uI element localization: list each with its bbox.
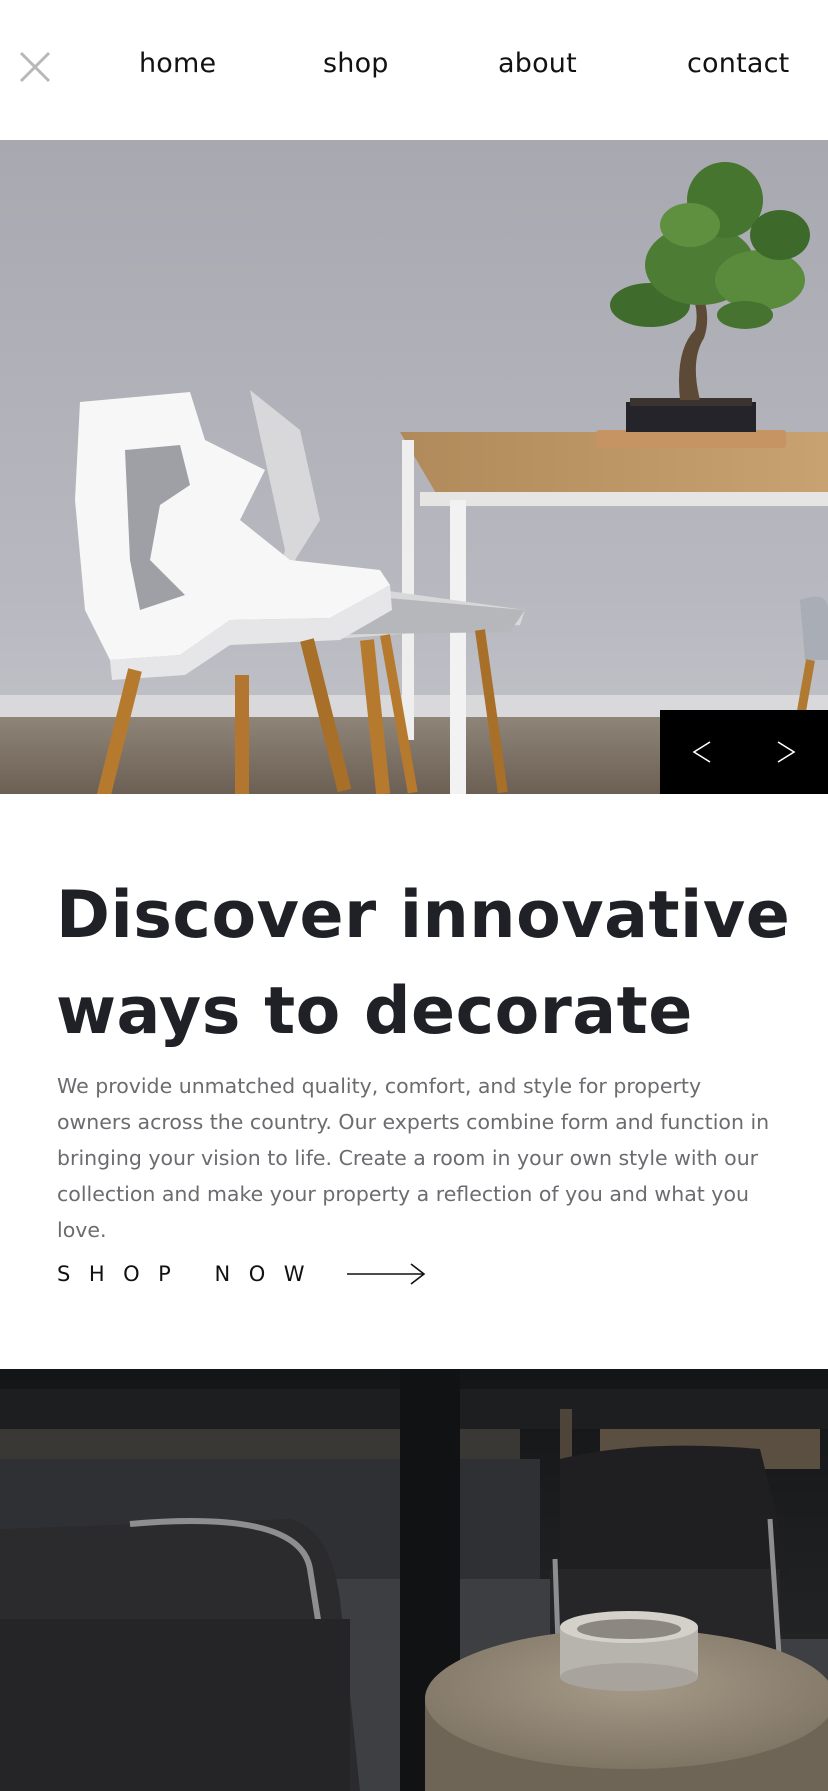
secondary-image <box>0 1369 828 1791</box>
slider-controls <box>660 710 828 794</box>
page-title: Discover innovative ways to decorate <box>56 878 791 1049</box>
arrow-right-icon <box>347 1263 426 1285</box>
shop-now-label: SHOP NOW <box>57 1262 323 1286</box>
shop-now-button[interactable]: SHOP NOW <box>57 1254 457 1294</box>
living-room-photo <box>0 1369 828 1791</box>
chevron-left-icon <box>692 741 711 763</box>
nav-link-home[interactable]: home <box>139 48 216 79</box>
slider-next-button[interactable] <box>744 710 828 794</box>
nav-link-about[interactable]: about <box>498 48 577 79</box>
nav-link-contact[interactable]: contact <box>687 48 789 79</box>
close-button[interactable] <box>18 50 52 84</box>
hero-content: Discover innovative ways to decorate We … <box>0 794 828 1369</box>
hero-image <box>0 140 828 794</box>
chevron-right-icon <box>777 741 796 763</box>
nav-link-shop[interactable]: shop <box>323 48 389 79</box>
close-icon <box>19 51 51 83</box>
hero-photo <box>0 140 828 794</box>
top-navigation: home shop about contact <box>0 0 828 140</box>
slider-prev-button[interactable] <box>660 710 744 794</box>
hero-description: We provide unmatched quality, comfort, a… <box>57 1074 770 1242</box>
